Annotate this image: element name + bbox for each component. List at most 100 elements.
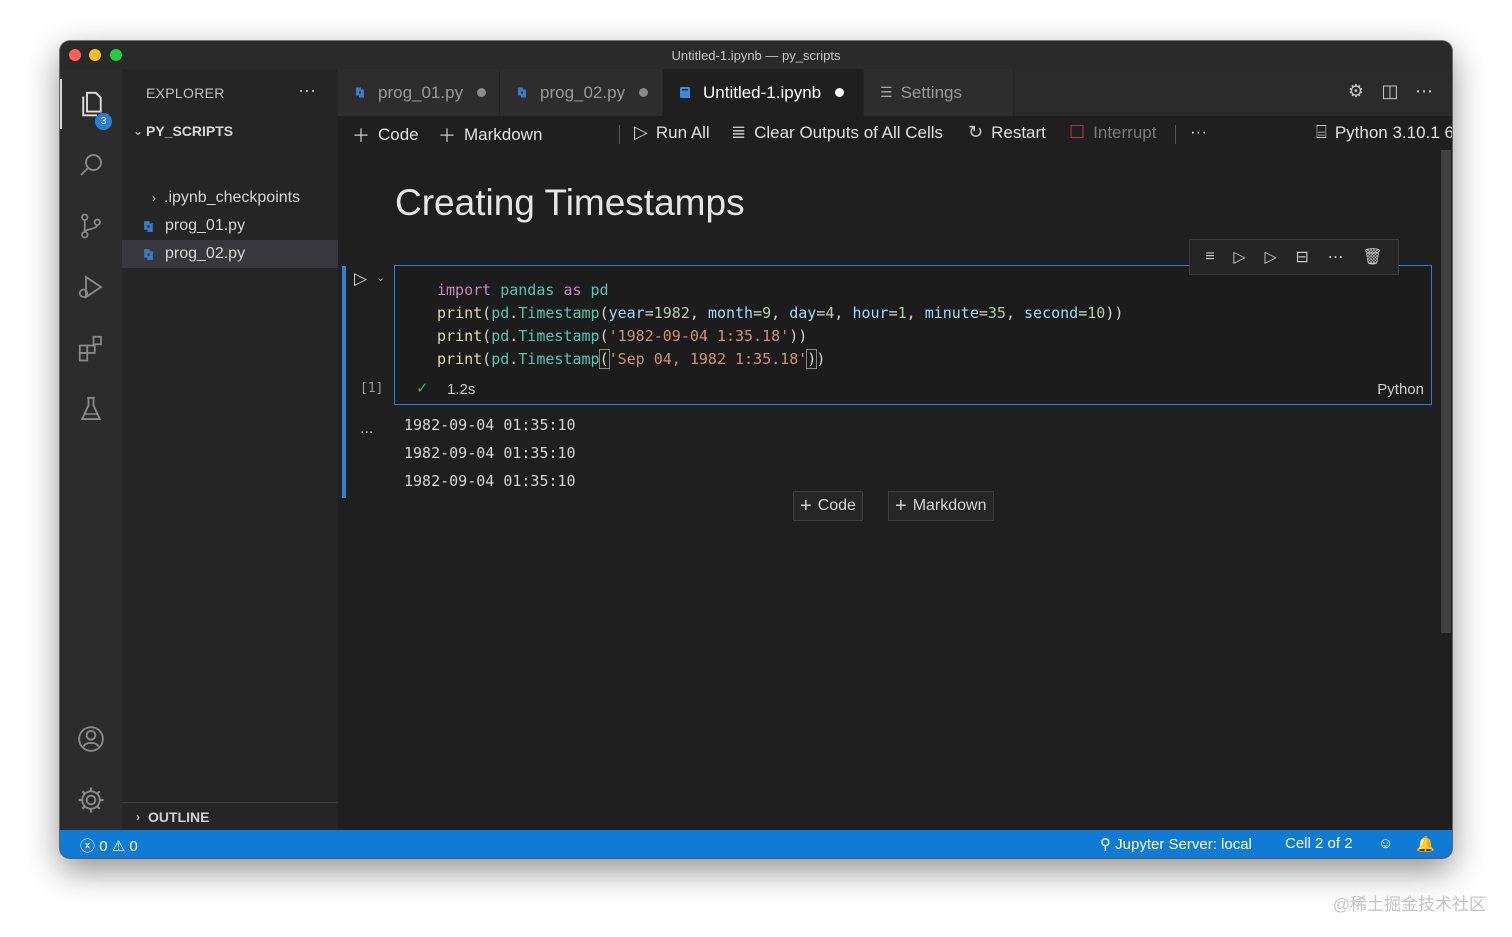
unsaved-dot-icon[interactable] — [639, 88, 649, 97]
more-icon[interactable]: ⋯ — [1328, 247, 1344, 267]
extensions-activity[interactable] — [60, 323, 122, 373]
execute-above-icon[interactable]: ▷ — [1233, 247, 1245, 267]
chevron-right-icon: › — [152, 191, 156, 205]
tab-prog-02[interactable]: prog_02.py — [500, 69, 663, 116]
add-markdown-button[interactable]: ＋ Markdown — [438, 122, 542, 148]
watermark: @稀土掘金技术社区 — [1332, 895, 1486, 914]
tab-label: prog_01.py — [378, 82, 464, 102]
activity-bar: 3 — [60, 69, 122, 830]
chevron-down-icon: ⌄ — [132, 124, 144, 138]
feedback-icon[interactable]: ☺ — [1378, 835, 1393, 852]
cell-language[interactable]: Python — [1377, 381, 1424, 398]
testing-activity[interactable] — [60, 384, 122, 434]
python-file-icon — [144, 248, 153, 260]
jupyter-server-status[interactable]: ⚲ Jupyter Server: local — [1100, 835, 1252, 853]
explorer-header: EXPLORER — [146, 85, 225, 101]
flask-icon — [80, 396, 102, 420]
folder-label: PY_SCRIPTS — [146, 123, 234, 139]
tree-item-prog-01[interactable]: prog_01.py — [122, 212, 338, 240]
jupyter-server-label: Jupyter Server: local — [1115, 836, 1252, 853]
success-check-icon: ✓ — [416, 380, 429, 397]
warning-icon: ⚠ — [111, 838, 126, 855]
kernel-label: Python 3.10.1 64-bit — [1334, 122, 1452, 142]
add-code-button[interactable]: ＋ Code — [352, 122, 419, 148]
accounts-activity[interactable] — [60, 714, 122, 764]
cell-position-status[interactable]: Cell 2 of 2 — [1285, 835, 1353, 852]
explorer-badge: 3 — [95, 113, 112, 130]
output-line: 1982-09-04 01:35:10 — [404, 444, 576, 462]
play-icon: ▷ — [634, 122, 648, 142]
restart-label: Restart — [991, 122, 1046, 142]
tree-item-label: .ipynb_checkpoints — [164, 189, 301, 206]
more-actions-icon[interactable]: ⋯ — [1414, 81, 1434, 101]
tree-item-ipynb-checkpoints[interactable]: › .ipynb_checkpoints — [122, 184, 338, 212]
toolbar-separator — [619, 125, 620, 144]
outline-section[interactable]: › OUTLINE — [122, 802, 338, 830]
editor-actions: ⚙ ◫ ⋯ — [1346, 81, 1434, 101]
kernel-icon: ⌸ — [1316, 122, 1327, 142]
unsaved-dot-icon[interactable] — [835, 88, 845, 97]
error-count: 0 — [99, 838, 108, 855]
problems-status[interactable]: ⓧ 0 ⚠ 0 — [80, 835, 138, 856]
plus-icon: + — [895, 494, 907, 517]
split-cell-icon[interactable]: ⊟ — [1295, 247, 1308, 267]
insert-markdown-cell-button[interactable]: + Markdown — [888, 491, 994, 521]
execute-below-icon[interactable]: ▷ — [1264, 247, 1276, 267]
restart-button[interactable]: ↻ Restart — [968, 122, 1046, 143]
notebook-editor: Creating Timestamps ▷ ⌄ ≡ ▷ ▷ ⊟ ⋯ 🗑 impo… — [338, 150, 1452, 830]
clear-all-icon: ≣ — [731, 122, 747, 142]
output-more-button[interactable]: ... — [360, 420, 373, 438]
stop-square-icon: ☐ — [1069, 122, 1086, 142]
kernel-picker[interactable]: ⌸ Python 3.10.1 64-bit — [1316, 122, 1452, 143]
execution-count: [1] — [360, 381, 384, 396]
restart-icon: ↻ — [968, 122, 984, 142]
run-cell-button[interactable]: ▷ — [354, 269, 367, 289]
code-editor[interactable]: import pandas as pd print(pd.Timestamp(y… — [437, 279, 1123, 371]
insert-code-cell-button[interactable]: + Code — [793, 491, 863, 521]
toolbar-more-button[interactable]: ··· — [1190, 122, 1207, 142]
run-debug-activity[interactable] — [60, 262, 122, 312]
run-by-line-icon[interactable]: ≡ — [1205, 248, 1214, 266]
clear-outputs-button[interactable]: ≣ Clear Outputs of All Cells — [731, 122, 943, 143]
explorer-activity[interactable]: 3 — [60, 79, 122, 130]
add-markdown-label: Markdown — [464, 125, 543, 144]
bell-icon[interactable]: 🔔 — [1416, 835, 1435, 853]
search-activity[interactable] — [60, 140, 122, 190]
delete-cell-icon[interactable]: 🗑 — [1362, 247, 1382, 267]
plus-icon: + — [800, 494, 812, 517]
python-file-icon — [356, 87, 364, 98]
manage-activity[interactable] — [60, 775, 122, 825]
tab-untitled-1[interactable]: Untitled-1.ipynb — [663, 69, 864, 116]
cell-output: 1982-09-04 01:35:10 1982-09-04 01:35:10 … — [404, 411, 576, 495]
tab-settings[interactable]: ☰ Settings — [864, 69, 1014, 116]
unsaved-dot-icon[interactable] — [477, 88, 487, 97]
explorer-more-button[interactable]: ··· — [298, 80, 316, 101]
folder-py-scripts[interactable]: ⌄ PY_SCRIPTS — [130, 120, 233, 142]
split-editor-icon[interactable]: ◫ — [1380, 81, 1400, 101]
plug-icon: ⚲ — [1100, 836, 1111, 853]
interrupt-label: Interrupt — [1093, 122, 1157, 142]
notebook-file-icon — [680, 87, 690, 98]
tab-label: Settings — [900, 82, 962, 102]
extensions-icon — [78, 335, 102, 362]
source-control-activity[interactable] — [60, 201, 122, 251]
tree-item-label: prog_01.py — [165, 217, 246, 234]
execution-time: 1.2s — [447, 381, 476, 398]
editor-scrollbar[interactable] — [1441, 150, 1451, 633]
warning-count: 0 — [129, 838, 138, 855]
interrupt-button[interactable]: ☐ Interrupt — [1069, 122, 1156, 143]
insert-code-label: Code — [817, 497, 856, 514]
search-icon — [80, 154, 102, 176]
run-all-button[interactable]: ▷ Run All — [634, 122, 710, 143]
add-code-label: Code — [378, 125, 419, 144]
chevron-down-icon[interactable]: ⌄ — [376, 271, 385, 284]
title-bar: Untitled-1.ipynb — py_scripts — [60, 41, 1452, 69]
vscode-window: Untitled-1.ipynb — py_scripts 3 EXPLORER… — [60, 41, 1452, 858]
outline-label: OUTLINE — [148, 808, 210, 825]
markdown-heading: Creating Timestamps — [395, 182, 745, 223]
run-debug-icon — [78, 275, 103, 299]
toolbar-separator — [1175, 125, 1176, 144]
tab-prog-01[interactable]: prog_01.py — [338, 69, 500, 116]
gear-icon[interactable]: ⚙ — [1346, 81, 1366, 101]
tree-item-prog-02[interactable]: prog_02.py — [122, 240, 338, 268]
